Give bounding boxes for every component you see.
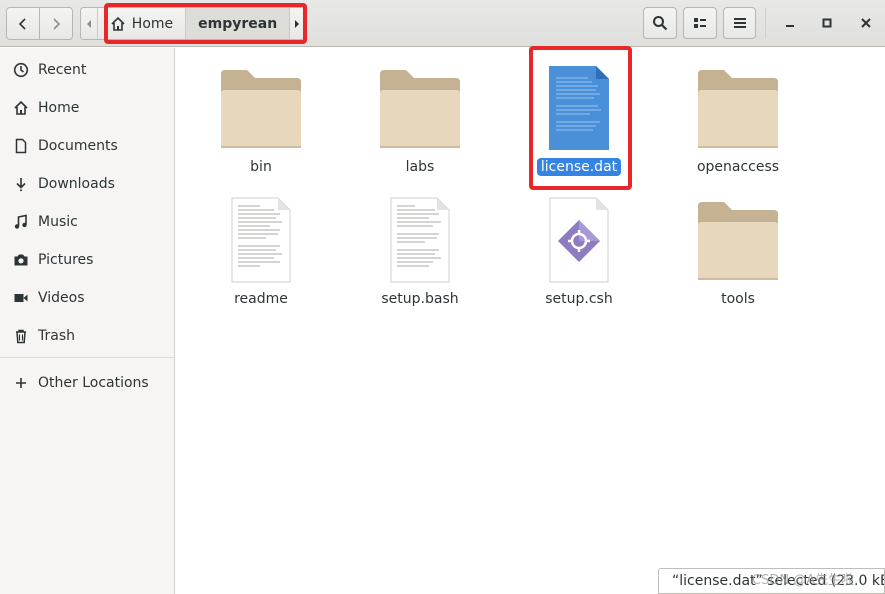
sidebar-item-trash[interactable]: Trash	[0, 317, 174, 355]
minimize-icon	[786, 25, 794, 27]
triangle-left-icon	[86, 19, 91, 28]
hamburger-menu-icon	[733, 18, 746, 28]
text-file-icon	[390, 197, 450, 283]
sidebar-separator	[0, 357, 174, 358]
sidebar: Recent Home Documents Downloads Music Pi…	[0, 48, 175, 594]
menu-button[interactable]	[723, 7, 756, 39]
file-item-labs[interactable]: labs	[365, 56, 475, 176]
trash-icon	[13, 328, 29, 344]
text-file-icon	[231, 197, 291, 283]
close-button[interactable]	[850, 7, 882, 39]
file-item-bin[interactable]: bin	[206, 56, 316, 176]
file-item-setup-bash[interactable]: setup.bash	[365, 188, 475, 308]
header-bar: Home empyrean	[0, 0, 885, 47]
forward-button[interactable]	[39, 8, 72, 39]
minimize-button[interactable]	[774, 7, 806, 39]
sidebar-item-label: Recent	[38, 62, 87, 78]
chevron-right-icon	[53, 17, 61, 30]
sidebar-item-label: Other Locations	[38, 375, 149, 391]
status-bar: “license.dat” selected (23.0 kB)	[658, 568, 885, 594]
sidebar-item-other-locations[interactable]: Other Locations	[0, 364, 174, 402]
document-icon	[13, 138, 29, 154]
sidebar-item-downloads[interactable]: Downloads	[0, 165, 174, 203]
view-toggle-button[interactable]	[683, 7, 717, 39]
camera-icon	[13, 252, 29, 268]
file-name: tools	[721, 291, 755, 307]
search-button[interactable]	[643, 7, 677, 39]
video-icon	[13, 290, 29, 306]
file-name: setup.bash	[381, 291, 459, 307]
sidebar-item-pictures[interactable]: Pictures	[0, 241, 174, 279]
file-name: openaccess	[696, 159, 780, 175]
download-icon	[13, 176, 29, 192]
status-text: “license.dat” selected (23.0 kB)	[672, 573, 885, 589]
sidebar-item-label: Videos	[38, 290, 85, 306]
sidebar-item-label: Trash	[38, 328, 75, 344]
file-item-setup-csh[interactable]: setup.csh	[524, 188, 634, 308]
sidebar-item-home[interactable]: Home	[0, 89, 174, 127]
file-item-tools[interactable]: tools	[683, 188, 793, 308]
folder-icon	[698, 202, 778, 280]
blue-document-icon	[549, 66, 609, 150]
list-view-icon	[694, 18, 706, 28]
plus-icon	[13, 375, 29, 391]
chevron-left-icon	[18, 17, 26, 30]
sidebar-item-label: Downloads	[38, 176, 115, 192]
sidebar-item-recent[interactable]: Recent	[0, 51, 174, 89]
path-segment-home[interactable]: Home	[96, 8, 186, 39]
path-home-label: Home	[131, 15, 174, 32]
file-name: license.dat	[536, 158, 622, 176]
sidebar-item-documents[interactable]: Documents	[0, 127, 174, 165]
folder-icon	[380, 70, 460, 148]
script-file-icon	[549, 197, 609, 283]
path-segment-current[interactable]: empyrean	[185, 8, 290, 39]
clock-icon	[13, 62, 29, 78]
home-icon	[13, 100, 29, 116]
file-name: bin	[250, 159, 272, 175]
search-icon	[653, 16, 668, 31]
folder-icon	[221, 70, 301, 148]
sidebar-item-label: Music	[38, 214, 78, 230]
file-item-readme[interactable]: readme	[206, 188, 316, 308]
music-icon	[13, 214, 29, 230]
sidebar-item-label: Documents	[38, 138, 118, 154]
folder-icon	[698, 70, 778, 148]
sidebar-item-videos[interactable]: Videos	[0, 279, 174, 317]
maximize-button[interactable]	[811, 7, 843, 39]
maximize-icon	[822, 18, 832, 28]
path-current-label: empyrean	[198, 15, 278, 32]
file-item-openaccess[interactable]: openaccess	[683, 56, 793, 176]
home-icon	[111, 16, 125, 31]
file-name: labs	[405, 159, 435, 175]
navigation-buttons	[6, 7, 73, 40]
file-item-license-dat[interactable]: license.dat	[524, 56, 634, 176]
sidebar-item-music[interactable]: Music	[0, 203, 174, 241]
triangle-right-icon	[295, 19, 300, 28]
path-scroll-right-button[interactable]	[289, 8, 304, 39]
header-separator	[765, 8, 766, 38]
sidebar-item-label: Home	[38, 100, 80, 116]
path-scroll-left-button[interactable]	[81, 8, 97, 39]
file-name: setup.csh	[545, 291, 613, 307]
file-name: readme	[234, 291, 288, 307]
path-bar: Home empyrean	[80, 7, 305, 40]
back-button[interactable]	[7, 8, 39, 39]
sidebar-item-label: Pictures	[38, 252, 94, 268]
close-icon	[861, 18, 871, 28]
